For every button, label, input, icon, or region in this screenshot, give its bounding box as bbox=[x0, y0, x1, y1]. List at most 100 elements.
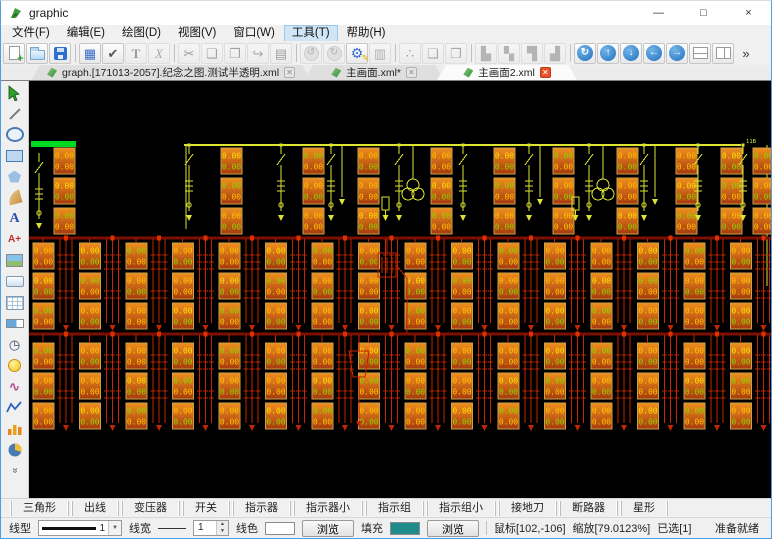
snap-check-button[interactable]: ✔ bbox=[102, 43, 124, 64]
toolbar-overflow-button[interactable]: » bbox=[735, 43, 757, 64]
tab-close-button[interactable]: ✕ bbox=[406, 67, 417, 78]
hierarchy-button[interactable]: ∴ bbox=[399, 43, 421, 64]
import-button[interactable]: ↪ bbox=[247, 43, 269, 64]
svg-text:0.00: 0.00 bbox=[677, 223, 696, 232]
shape-tab-star[interactable]: 星形 bbox=[620, 501, 668, 516]
save-all-button[interactable]: ▥ bbox=[369, 43, 391, 64]
select-tool[interactable] bbox=[3, 82, 27, 103]
menu-item-view[interactable]: 视图(V) bbox=[171, 26, 223, 41]
line-tool[interactable] bbox=[3, 103, 27, 124]
line-chart-tool[interactable] bbox=[3, 397, 27, 418]
svg-text:0.00: 0.00 bbox=[34, 307, 53, 316]
polygon-tool[interactable] bbox=[3, 166, 27, 187]
move-left-button[interactable]: ← bbox=[643, 43, 665, 64]
shape-tab-indicator[interactable]: 指示器 bbox=[232, 501, 291, 516]
more-tools[interactable] bbox=[3, 460, 27, 481]
spin-up-button[interactable]: ▲ bbox=[217, 521, 228, 528]
svg-text:0.00: 0.00 bbox=[80, 247, 99, 256]
tab-close-button[interactable]: ✕ bbox=[284, 67, 295, 78]
move-right-button[interactable]: → bbox=[666, 43, 688, 64]
tab-close-button[interactable]: ✕ bbox=[540, 67, 551, 78]
tab-label: 主画面2.xml bbox=[478, 65, 535, 80]
shape-tab-transformer[interactable]: 变压器 bbox=[121, 501, 180, 516]
spin-down-button[interactable]: ▼ bbox=[217, 528, 228, 535]
redo-button[interactable]: ↻ bbox=[323, 43, 345, 64]
line-color-browse-button[interactable]: 浏览 bbox=[302, 520, 354, 537]
shape-tab-triangle[interactable]: 三角形 bbox=[10, 501, 69, 516]
undo-button[interactable]: ↺ bbox=[300, 43, 322, 64]
svg-text:0.00: 0.00 bbox=[173, 358, 192, 367]
line-color-swatch[interactable] bbox=[265, 522, 295, 535]
shape-tab-indicator-group-small[interactable]: 指示组小 bbox=[426, 501, 496, 516]
import-icon: ↪ bbox=[253, 47, 264, 60]
text-tool[interactable] bbox=[3, 208, 27, 229]
italic-tool-button[interactable]: X bbox=[148, 43, 170, 64]
polygon-tool-icon bbox=[8, 171, 21, 183]
drawing-canvas[interactable]: 11B0.000.000.000.000.000.000.000.000.000… bbox=[29, 81, 771, 498]
bring-front-button[interactable]: ❑ bbox=[422, 43, 444, 64]
maximize-button[interactable]: □ bbox=[681, 1, 726, 25]
shape-tab-switch[interactable]: 开关 bbox=[182, 501, 230, 516]
new-file-button[interactable] bbox=[3, 43, 25, 64]
shape-tab-grounding-knife[interactable]: 接地刀 bbox=[498, 501, 557, 516]
align-left-button[interactable]: ▙ bbox=[475, 43, 497, 64]
open-file-button[interactable] bbox=[26, 43, 48, 64]
clock-widget-tool[interactable] bbox=[3, 334, 27, 355]
table-widget-tool[interactable] bbox=[3, 292, 27, 313]
line-width-spinbox[interactable]: 1 ▲ ▼ bbox=[193, 520, 229, 536]
bulb-widget-tool[interactable] bbox=[3, 355, 27, 376]
refresh-button[interactable]: ↻ bbox=[574, 43, 596, 64]
menu-item-file[interactable]: 文件(F) bbox=[5, 26, 57, 41]
line-type-combobox[interactable]: 1 ▼ bbox=[38, 520, 122, 536]
shape-tab-circuit-breaker[interactable]: 断路器 bbox=[559, 501, 618, 516]
button-widget-tool[interactable] bbox=[3, 271, 27, 292]
line-type-sample bbox=[42, 527, 96, 530]
image-tool[interactable] bbox=[3, 250, 27, 271]
arc-tool[interactable] bbox=[3, 187, 27, 208]
menu-item-edit[interactable]: 编辑(E) bbox=[60, 26, 112, 41]
progress-widget-tool[interactable] bbox=[3, 313, 27, 334]
fill-color-swatch[interactable] bbox=[390, 522, 420, 535]
tab-main-screen-xml[interactable]: 主画面.xml*✕ bbox=[304, 65, 444, 80]
settings-button[interactable]: ⚙ bbox=[346, 43, 368, 64]
db-table-button[interactable]: ▤ bbox=[270, 43, 292, 64]
svg-text:0.00: 0.00 bbox=[406, 347, 425, 356]
bar-chart-tool[interactable] bbox=[3, 418, 27, 439]
shape-tab-indicator-group[interactable]: 指示组 bbox=[365, 501, 424, 516]
minimize-button[interactable]: — bbox=[636, 1, 681, 25]
cut-button[interactable]: ✂ bbox=[178, 43, 200, 64]
grid-toggle-button[interactable]: ▦ bbox=[79, 43, 101, 64]
split-horizontal-button[interactable] bbox=[689, 43, 711, 64]
text-plus-tool[interactable] bbox=[3, 229, 27, 250]
close-button[interactable]: × bbox=[726, 1, 771, 25]
align-middle-button[interactable]: ▚ bbox=[498, 43, 520, 64]
text-tool-button[interactable]: T bbox=[125, 43, 147, 64]
split-vertical-button[interactable] bbox=[712, 43, 734, 64]
align-right-button[interactable]: ▜ bbox=[521, 43, 543, 64]
tab-main-screen2-xml[interactable]: 主画面2.xml ✕ bbox=[437, 65, 577, 80]
fill-browse-button[interactable]: 浏览 bbox=[427, 520, 479, 537]
menu-item-draw[interactable]: 绘图(D) bbox=[115, 26, 168, 41]
ellipse-tool[interactable] bbox=[3, 124, 27, 145]
menu-item-tools[interactable]: 工具(T) bbox=[285, 26, 337, 41]
send-back-button[interactable]: ❒ bbox=[445, 43, 467, 64]
db-table-icon: ▤ bbox=[275, 47, 287, 60]
pie-chart-tool[interactable] bbox=[3, 439, 27, 460]
svg-text:0.00: 0.00 bbox=[545, 307, 564, 316]
move-down-button[interactable]: ↓ bbox=[620, 43, 642, 64]
svg-text:0.00: 0.00 bbox=[34, 388, 53, 397]
rectangle-tool[interactable] bbox=[3, 145, 27, 166]
stats-button[interactable]: ▟ bbox=[544, 43, 566, 64]
save-file-button[interactable] bbox=[49, 43, 71, 64]
tab-graph-xml[interactable]: graph.[171013-2057].纪念之图.测试半透明.xml✕ bbox=[31, 65, 311, 80]
curve-chart-tool[interactable] bbox=[3, 376, 27, 397]
menu-item-window[interactable]: 窗口(W) bbox=[226, 26, 282, 41]
shape-tab-indicator-small[interactable]: 指示器小 bbox=[293, 501, 363, 516]
combo-dropdown-icon[interactable]: ▼ bbox=[108, 521, 121, 535]
copy-button[interactable]: ❏ bbox=[201, 43, 223, 64]
svg-text:0.00: 0.00 bbox=[638, 288, 657, 297]
menu-item-help[interactable]: 帮助(H) bbox=[340, 26, 393, 41]
paste-button[interactable]: ❐ bbox=[224, 43, 246, 64]
shape-tab-outgoing-line[interactable]: 出线 bbox=[71, 501, 119, 516]
move-up-button[interactable]: ↑ bbox=[597, 43, 619, 64]
